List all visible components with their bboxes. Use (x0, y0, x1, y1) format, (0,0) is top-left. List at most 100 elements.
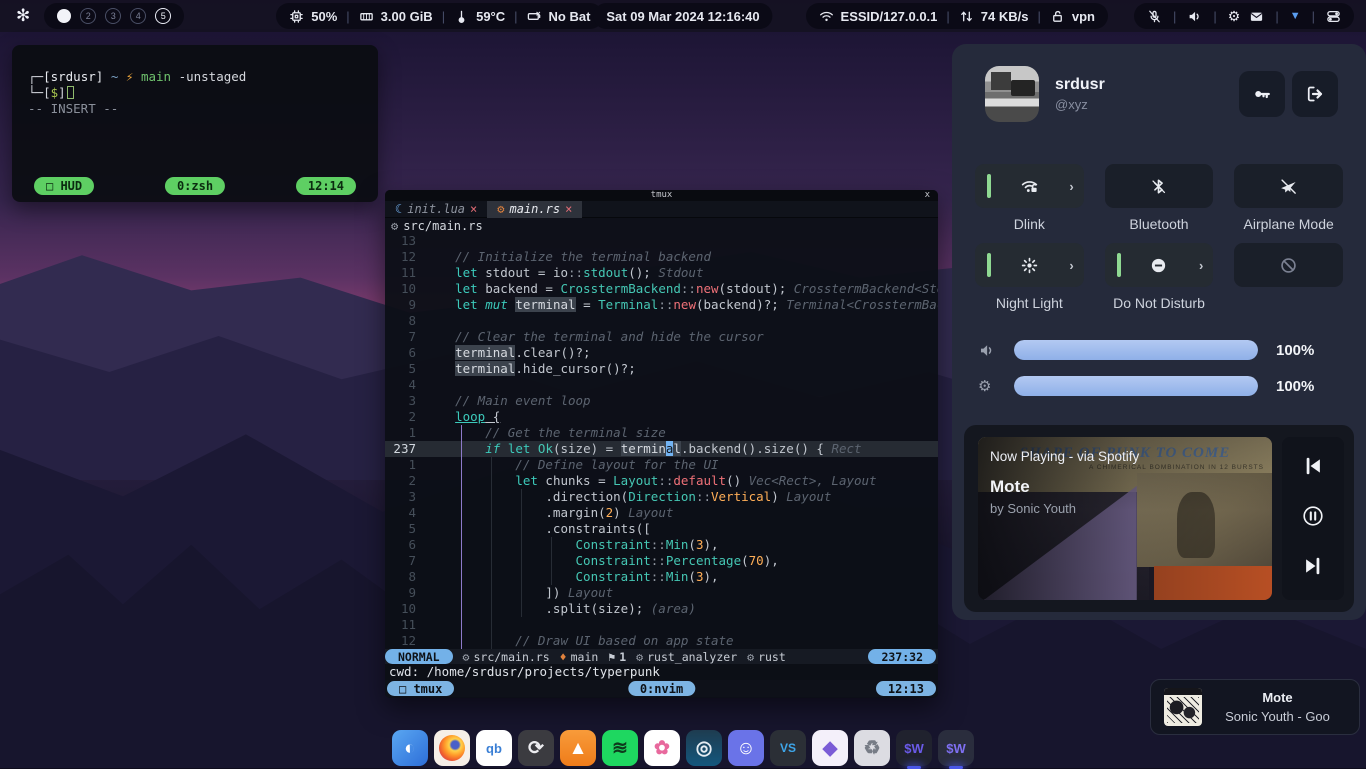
mic-muted-icon[interactable] (1147, 9, 1162, 24)
top-bar: ✻ 2345 50% | 3.00 GiB | 59°C | No Bat Sa… (0, 0, 1366, 32)
network-stats[interactable]: ESSID/127.0.0.1 | 74 KB/s | vpn (806, 3, 1108, 29)
code-line-current[interactable]: 237 if let Ok(size) = terminal.backend()… (385, 441, 938, 457)
brightness-slider[interactable] (1014, 376, 1258, 396)
code-line[interactable]: 2 loop { (385, 409, 938, 425)
editor-window[interactable]: tmuxx ☾ init.lua × ⚙ main.rs × ⚙ src/mai… (385, 190, 938, 698)
gear-icon[interactable]: ⚙ (1228, 8, 1241, 25)
code-line[interactable]: 8 Constraint::Min(3), (385, 569, 938, 585)
code-line[interactable]: 1 // Get the terminal size (385, 425, 938, 441)
chevron-right-icon[interactable]: › (1069, 179, 1073, 194)
hud-session-pill[interactable]: □ HUD (34, 177, 94, 195)
workspace-5[interactable]: 5 (155, 8, 171, 24)
toggles-icon[interactable] (1326, 9, 1341, 24)
lock-keys-button[interactable] (1239, 71, 1285, 117)
workspace-1[interactable] (57, 9, 71, 23)
mail-icon[interactable] (1249, 9, 1264, 24)
lang-icon: ⚙ (747, 650, 754, 664)
winbar-breadcrumb: ⚙ src/main.rs (385, 218, 938, 233)
chevron-right-icon[interactable]: › (1069, 258, 1073, 273)
tab-close-icon[interactable]: × (565, 202, 572, 216)
discord-icon: ☺ (736, 739, 755, 758)
chevron-down-icon[interactable]: ▼ (1290, 10, 1301, 22)
wifi-icon (819, 9, 834, 24)
speaker-icon[interactable] (1187, 9, 1202, 24)
pause-button[interactable] (1302, 505, 1324, 532)
dock-vscode[interactable]: VS (770, 730, 806, 766)
close-icon[interactable]: x (925, 190, 930, 200)
toggle-label: Do Not Disturb (1105, 295, 1214, 312)
code-line[interactable]: 8 (385, 313, 938, 329)
code-line[interactable]: 4 (385, 377, 938, 393)
line-number: 2 (385, 473, 425, 489)
code-line[interactable]: 10 let backend = CrosstermBackend::new(s… (385, 281, 938, 297)
tmux-session-pill[interactable]: □ tmux (387, 681, 454, 696)
dock-finder[interactable]: ◐ (392, 730, 428, 766)
ram-usage: 3.00 GiB (381, 9, 433, 24)
tab-main-rs[interactable]: ⚙ main.rs × (487, 201, 582, 218)
previous-button[interactable] (1302, 455, 1324, 482)
chevron-right-icon[interactable]: › (1199, 258, 1203, 273)
code-line[interactable]: 7 // Clear the terminal and hide the cur… (385, 329, 938, 345)
dock-sw-light[interactable]: $W (938, 730, 974, 766)
trash-icon: ♻ (863, 739, 880, 758)
dock-spotify[interactable]: ≋ (602, 730, 638, 766)
code-area[interactable]: 1312 // Initialize the terminal backend1… (385, 233, 938, 649)
dock-steam[interactable]: ◎ (686, 730, 722, 766)
workspace-4[interactable]: 4 (130, 8, 146, 24)
code-line[interactable]: 1 // Define layout for the UI (385, 457, 938, 473)
toggle-label: Dlink (975, 216, 1084, 233)
dock-obs[interactable]: ⟳ (518, 730, 554, 766)
code-line[interactable]: 4 .margin(2) Layout (385, 505, 938, 521)
code-line[interactable]: 3 .direction(Direction::Vertical) Layout (385, 489, 938, 505)
distro-logo-icon[interactable]: ✻ (16, 6, 30, 26)
code-line[interactable]: 3 // Main event loop (385, 393, 938, 409)
code-line[interactable]: 11 let stdout = io::stdout(); Stdout (385, 265, 938, 281)
tab-init-lua[interactable]: ☾ init.lua × (385, 201, 487, 218)
toggle-button[interactable]: › (975, 243, 1084, 287)
dock-sw-dark[interactable]: $W (896, 730, 932, 766)
code-line[interactable]: 9 ]) Layout (385, 585, 938, 601)
obs-icon: ⟳ (528, 739, 544, 758)
dock-discord[interactable]: ☺ (728, 730, 764, 766)
code-line[interactable]: 5 terminal.hide_cursor()?; (385, 361, 938, 377)
dock-firefox[interactable] (434, 730, 470, 766)
code-line[interactable]: 7 Constraint::Percentage(70), (385, 553, 938, 569)
logout-button[interactable] (1292, 71, 1338, 117)
code-line[interactable]: 11 (385, 617, 938, 633)
toggle-button[interactable]: › (1105, 243, 1214, 287)
code-line[interactable]: 6 Constraint::Min(3), (385, 537, 938, 553)
toggle-button[interactable] (1234, 164, 1343, 208)
toggle-button[interactable] (1234, 243, 1343, 287)
line-number: 10 (385, 281, 425, 297)
volume-value: 100% (1276, 342, 1314, 359)
dock-obsidian[interactable]: ◆ (812, 730, 848, 766)
statusline-file: src/main.rs (473, 650, 549, 664)
rust-file-icon: ⚙ (497, 202, 504, 216)
brightness-fill (1014, 376, 1258, 396)
code-line[interactable]: 9 let mut terminal = Terminal::new(backe… (385, 297, 938, 313)
line-number: 4 (385, 505, 425, 521)
toggle-button[interactable]: › (975, 164, 1084, 208)
code-line[interactable]: 13 (385, 233, 938, 249)
toggle-button[interactable] (1105, 164, 1214, 208)
code-line[interactable]: 5 .constraints([ (385, 521, 938, 537)
dock-trash[interactable]: ♻ (854, 730, 890, 766)
workspace-2[interactable]: 2 (80, 8, 96, 24)
zsh-window-pill[interactable]: 0:zsh (165, 177, 225, 195)
tab-close-icon[interactable]: × (470, 202, 477, 216)
dock-qbittorrent[interactable]: qb (476, 730, 512, 766)
dock-photos[interactable]: ✿ (644, 730, 680, 766)
clock[interactable]: Sat 09 Mar 2024 12:16:40 (593, 3, 772, 29)
code-line[interactable]: 10 .split(size); (area) (385, 601, 938, 617)
volume-slider[interactable] (1014, 340, 1258, 360)
dock-vlc[interactable]: ▲ (560, 730, 596, 766)
terminal-window[interactable]: ┌─[srdusr] ~ ⚡ main -unstaged └─[$] -- I… (12, 45, 378, 202)
code-line[interactable]: 2 let chunks = Layout::default() Vec<Rec… (385, 473, 938, 489)
next-button[interactable] (1302, 555, 1324, 582)
code-line[interactable]: 12 // Draw UI based on app state (385, 633, 938, 649)
code-line[interactable]: 12 // Initialize the terminal backend (385, 249, 938, 265)
media-notification[interactable]: Mote Sonic Youth - Goo (1150, 679, 1360, 735)
workspace-3[interactable]: 3 (105, 8, 121, 24)
tmux-window-pill[interactable]: 0:nvim (628, 681, 695, 696)
code-line[interactable]: 6 terminal.clear()?; (385, 345, 938, 361)
